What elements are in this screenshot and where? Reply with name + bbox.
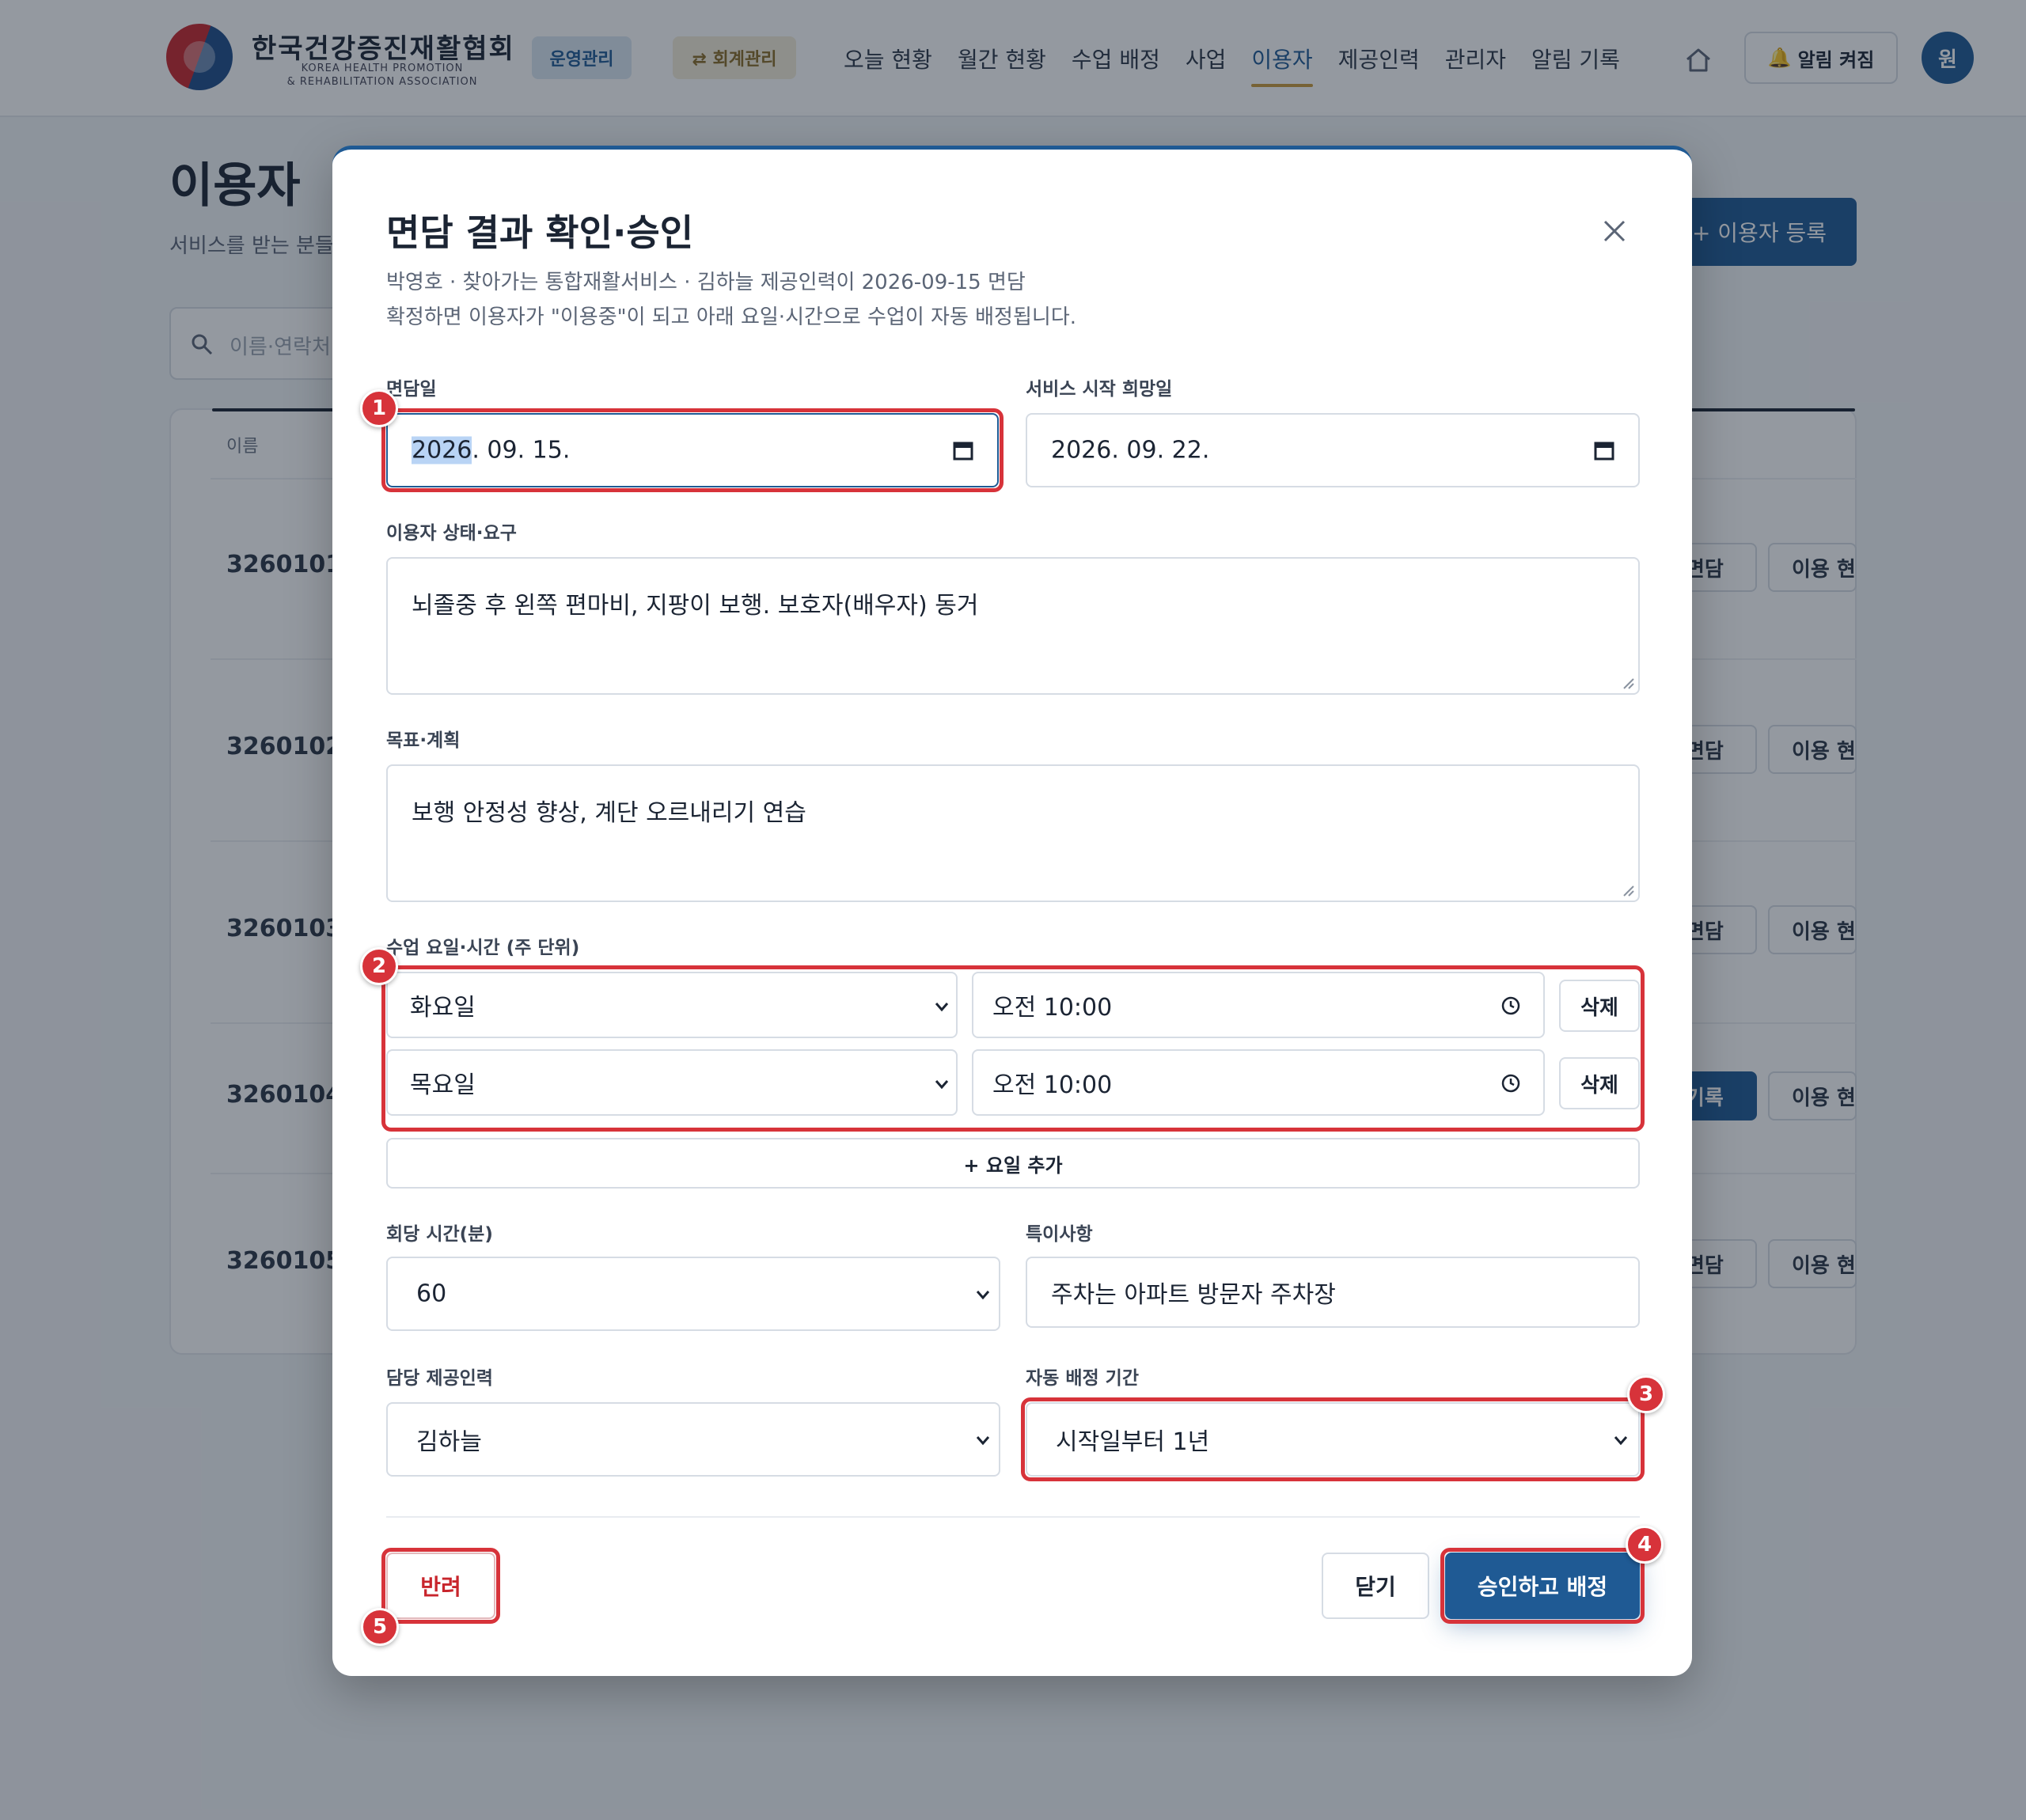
callout-badge-4: 4: [1626, 1526, 1664, 1564]
callout-badge-2: 2: [360, 947, 398, 985]
add-day-button[interactable]: + 요일 추가: [386, 1138, 1640, 1189]
callout-box-4: [1440, 1548, 1645, 1624]
start-date-input[interactable]: 2026. 09. 22.: [1026, 413, 1640, 487]
resize-handle-icon[interactable]: [1621, 883, 1635, 897]
chevron-down-icon: [976, 1436, 990, 1446]
callout-badge-1: 1: [360, 389, 398, 427]
chevron-down-icon: [976, 1291, 990, 1300]
notes-label: 특이사항: [1026, 1224, 1093, 1245]
dialog-description: 박영호 · 찾아가는 통합재활서비스 · 김하늘 제공인력이 2026-09-1…: [386, 271, 1026, 294]
goal-plan-textarea[interactable]: 보행 안정성 향상, 계단 오르내리기 연습: [386, 764, 1640, 902]
user-status-label: 이용자 상태·요구: [386, 523, 517, 544]
duration-select[interactable]: 60: [386, 1257, 1000, 1331]
provider-select[interactable]: 김하늘: [386, 1402, 1000, 1477]
period-label: 자동 배정 기간: [1026, 1368, 1139, 1389]
callout-box-5: [381, 1548, 500, 1624]
callout-box-3: [1021, 1397, 1645, 1481]
footer-divider: [386, 1516, 1640, 1518]
resize-handle-icon[interactable]: [1621, 676, 1635, 690]
provider-label: 담당 제공인력: [386, 1368, 493, 1389]
callout-badge-3: 3: [1627, 1375, 1665, 1413]
callout-badge-5: 5: [361, 1608, 399, 1646]
calendar-icon[interactable]: [1592, 438, 1616, 462]
dialog-description-note: 확정하면 이용자가 "이용중"이 되고 아래 요일·시간으로 수업이 자동 배정…: [386, 305, 1077, 329]
schedule-label: 수업 요일·시간 (주 단위): [386, 938, 580, 958]
close-button[interactable]: 닫기: [1322, 1553, 1429, 1619]
start-date-label: 서비스 시작 희망일: [1026, 379, 1173, 400]
callout-box-1: [381, 408, 1004, 492]
callout-box-2: [381, 965, 1645, 1132]
close-icon[interactable]: [1600, 217, 1629, 245]
user-status-textarea[interactable]: 뇌졸중 후 왼쪽 편마비, 지팡이 보행. 보호자(배우자) 동거: [386, 557, 1640, 695]
dialog-title: 면담 결과 확인·승인: [386, 211, 694, 254]
duration-label: 회당 시간(분): [386, 1224, 493, 1245]
notes-input[interactable]: 주차는 아파트 방문자 주차장: [1026, 1257, 1640, 1328]
goal-plan-label: 목표·계획: [386, 730, 461, 751]
